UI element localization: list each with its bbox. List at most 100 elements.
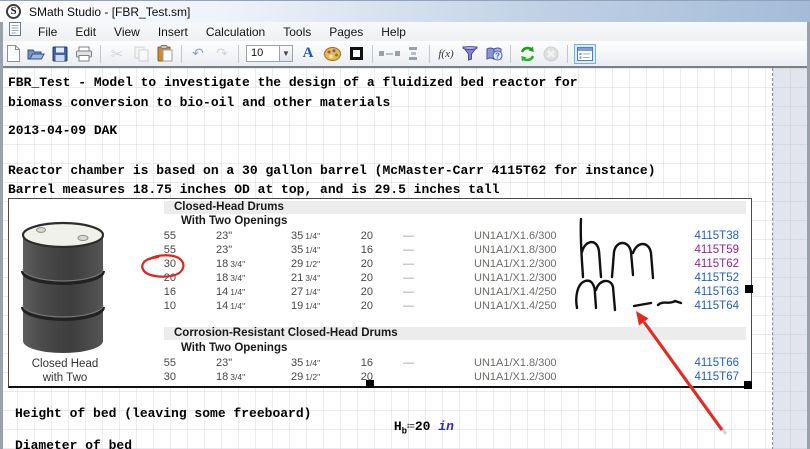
gallons-cell: 55 [164, 243, 176, 257]
document-menu-icon[interactable] [9, 22, 21, 41]
table-row: 55 23" 351/4" 16 — UN1A1/X1.8/300 4115T6… [139, 356, 739, 370]
table-row: 10 141/4" 191/4" 20 — UN1A1/X1.4/250 411… [139, 299, 739, 313]
chevron-down-icon[interactable]: ▼ [280, 45, 293, 62]
un-rating-cell: UN1A1/X1.4/250 [429, 285, 619, 299]
dash-cell: — [373, 299, 429, 313]
align-vertical-icon[interactable] [402, 44, 424, 64]
height-cell: 351/4" [291, 243, 347, 257]
gauge-cell: 20 [361, 257, 373, 271]
resize-handle-bottom[interactable] [366, 380, 374, 388]
interrupt-icon [540, 44, 562, 64]
undo-icon[interactable]: ↶ [187, 44, 209, 64]
copy-icon [130, 44, 152, 64]
math-region-diameter[interactable]: D≔18.75 in [187, 437, 312, 449]
font-size-value[interactable]: 10 [246, 45, 280, 62]
toolbar-separator [510, 45, 511, 63]
toolbar-separator [372, 45, 373, 63]
menu-help[interactable]: Help [372, 24, 415, 40]
menu-edit[interactable]: Edit [66, 24, 105, 40]
un-rating-cell: UN1A1/X1.8/300 [429, 356, 619, 370]
text-region-barrel[interactable]: Barrel measures 18.75 inches OD at top, … [8, 182, 499, 197]
table-row: 16 141/4" 271/4" 20 — UN1A1/X1.4/250 411… [139, 285, 739, 299]
text-region-reactor[interactable]: Reactor chamber is based on a 30 gallon … [8, 163, 656, 178]
save-icon[interactable] [49, 44, 71, 64]
part-number-link[interactable]: 4115T67 [694, 371, 739, 383]
math-unit: in [438, 419, 454, 434]
part-number-link[interactable]: 4115T64 [694, 300, 739, 312]
table-row: 55 23" 351/4" 20 — UN1A1/X1.6/300 4115T3… [139, 229, 739, 243]
id-cell: 23" [176, 243, 291, 257]
redo-icon: ↷ [211, 44, 233, 64]
function-icon[interactable]: f(x) [435, 44, 457, 64]
gallons-cell: 55 [164, 229, 176, 243]
window-border-left [0, 22, 3, 449]
page-break-line [772, 68, 773, 449]
menu-view[interactable]: View [105, 24, 149, 40]
dash-cell: — [373, 285, 429, 299]
dash-cell: — [373, 229, 429, 243]
math-label-height[interactable]: Height of bed (leaving some freeboard) [15, 406, 311, 421]
toolbar: ✂ ↶ ↷ 10 ▼ A f(x) ? [0, 41, 810, 68]
background-color-icon[interactable] [321, 44, 343, 64]
dash-cell: — [373, 356, 429, 370]
resize-handle-bottom-right[interactable] [744, 381, 752, 389]
toolbar-separator [429, 45, 430, 63]
id-cell: 183/4" [176, 257, 291, 271]
section-header: Closed-Head Drums [174, 201, 284, 214]
assign-operator: ≔ [407, 419, 415, 434]
recalculate-icon[interactable] [516, 44, 538, 64]
filter-icon[interactable] [459, 44, 481, 64]
height-cell: 213/4" [291, 271, 347, 285]
text-region-title-2[interactable]: biomass conversion to bio-oil and other … [8, 95, 390, 110]
un-rating-cell: UN1A1/X1.4/250 [429, 299, 619, 313]
gallons-cell: 16 [164, 285, 176, 299]
sidebar-panels-icon[interactable] [574, 44, 596, 64]
math-var: H [394, 419, 402, 434]
dash-cell: — [373, 243, 429, 257]
open-icon[interactable] [25, 44, 47, 64]
part-number-link[interactable]: 4115T63 [694, 286, 739, 298]
text-region-date[interactable]: 2013-04-09 DAK [8, 123, 117, 138]
titlebar[interactable]: S SMath Studio - [FBR_Test.sm] [0, 1, 810, 22]
table-row: 20 183/4" 213/4" 20 — UN1A1/X1.2/300 411… [139, 271, 739, 285]
menu-tools[interactable]: Tools [274, 24, 320, 40]
math-label-diameter[interactable]: Diameter of bed [15, 438, 132, 449]
drum-image [17, 219, 109, 357]
worksheet[interactable]: FBR_Test - Model to investigate the desi… [0, 68, 810, 449]
menu-pages[interactable]: Pages [320, 24, 372, 40]
menu-calculation[interactable]: Calculation [197, 24, 274, 40]
gauge-cell: 16 [361, 356, 373, 370]
table-row: 30 183/4" 291/2" 20 UN1A1/X1.2/300 4115T… [139, 370, 739, 384]
font-size-select[interactable]: 10 ▼ [246, 45, 293, 62]
align-horizontal-icon[interactable] [378, 44, 400, 64]
menu-insert[interactable]: Insert [149, 24, 197, 40]
text-region-title-1[interactable]: FBR_Test - Model to investigate the desi… [8, 75, 578, 90]
height-cell: 191/4" [291, 299, 347, 313]
part-number-link[interactable]: 4115T38 [694, 230, 739, 242]
part-number-link[interactable]: 4115T62 [694, 258, 739, 270]
print-icon[interactable] [73, 44, 95, 64]
font-color-icon[interactable]: A [297, 44, 319, 64]
app-logo-icon: S [6, 4, 21, 19]
menubar: File Edit View Insert Calculation Tools … [0, 22, 810, 41]
gallons-cell: 20 [164, 271, 176, 285]
gauge-cell: 16 [361, 243, 373, 257]
resize-handle-right[interactable] [745, 285, 753, 293]
border-icon[interactable] [345, 44, 367, 64]
drum-caption: Closed Head with Two [9, 357, 121, 385]
part-number-link[interactable]: 4115T59 [694, 244, 739, 256]
window-title: SMath Studio - [FBR_Test.sm] [29, 5, 190, 19]
toolbar-separator [181, 45, 182, 63]
id-cell: 23" [176, 229, 291, 243]
reference-book-icon[interactable]: ? [483, 44, 505, 64]
new-document-icon[interactable] [1, 44, 23, 64]
part-number-link[interactable]: 4115T52 [694, 272, 739, 284]
height-cell: 351/4" [291, 229, 347, 243]
catalog-image[interactable]: Closed Head with Two Closed-Head Drums W… [8, 198, 752, 388]
paste-icon[interactable] [154, 44, 176, 64]
math-region-height[interactable]: Hb≔20 in [347, 404, 454, 449]
menu-file[interactable]: File [29, 24, 66, 40]
offpage-region [773, 68, 807, 449]
gallons-cell: 10 [164, 299, 176, 313]
part-number-link[interactable]: 4115T66 [694, 357, 739, 369]
